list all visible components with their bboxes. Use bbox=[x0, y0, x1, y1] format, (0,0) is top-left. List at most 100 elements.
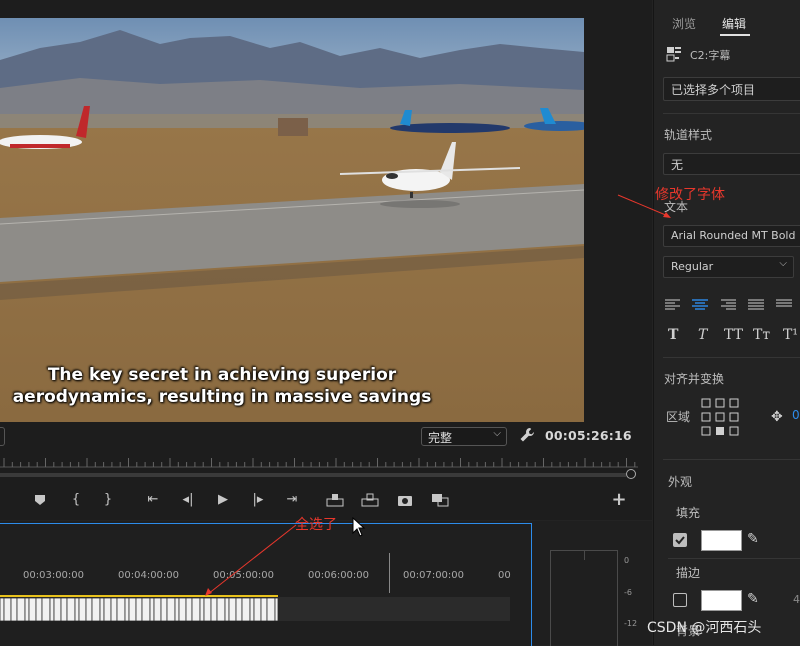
faux-bold-button[interactable]: T bbox=[668, 327, 678, 343]
caption-clip[interactable] bbox=[166, 597, 176, 621]
stroke-color-swatch[interactable] bbox=[701, 590, 742, 611]
lift-icon[interactable] bbox=[325, 490, 345, 510]
caption-clip[interactable] bbox=[91, 597, 101, 621]
caption-clip[interactable] bbox=[128, 597, 137, 621]
step-forward-icon[interactable]: |▸ bbox=[248, 490, 268, 510]
monitor-time-ruler[interactable] bbox=[0, 454, 638, 468]
caption-clip[interactable] bbox=[49, 597, 55, 621]
superscript-button[interactable]: T¹ bbox=[783, 327, 798, 343]
caption-clip[interactable] bbox=[210, 597, 218, 621]
tab-edit[interactable]: 编辑 bbox=[722, 15, 746, 32]
meter-db-label: -12 bbox=[624, 619, 638, 628]
caption-clip[interactable] bbox=[116, 597, 126, 621]
caption-clip[interactable] bbox=[253, 597, 262, 621]
caption-clip[interactable] bbox=[274, 597, 278, 621]
caption-clip[interactable] bbox=[99, 597, 105, 621]
play-icon[interactable]: ▶ bbox=[213, 490, 233, 510]
caption-clip[interactable] bbox=[28, 597, 37, 621]
timeline-timecode: 00:07:00:00 bbox=[403, 570, 465, 581]
stroke-checkbox[interactable] bbox=[673, 593, 687, 607]
small-caps-button[interactable]: Tт bbox=[753, 327, 770, 343]
mark-in-icon[interactable]: { bbox=[66, 490, 86, 510]
caption-clip[interactable] bbox=[3, 597, 12, 621]
caption-clip[interactable] bbox=[260, 597, 268, 621]
caption-clip[interactable] bbox=[10, 597, 18, 621]
monitor-playhead-handle[interactable] bbox=[626, 469, 636, 479]
fill-checkbox[interactable] bbox=[673, 533, 687, 547]
caption-clip[interactable] bbox=[41, 597, 51, 621]
justify-all-icon[interactable] bbox=[776, 298, 792, 312]
caption-clip[interactable] bbox=[241, 597, 251, 621]
move-icon[interactable]: ✥ bbox=[771, 409, 783, 425]
caption-clip[interactable] bbox=[266, 597, 276, 621]
wrench-icon[interactable] bbox=[519, 427, 535, 443]
marker-icon[interactable] bbox=[30, 490, 50, 510]
caption-clip[interactable] bbox=[249, 597, 255, 621]
selected-items-field[interactable]: 已选择多个项目 bbox=[663, 77, 800, 101]
caption-clip[interactable] bbox=[203, 597, 212, 621]
go-to-in-icon[interactable]: ⇤ bbox=[143, 490, 163, 510]
align-right-icon[interactable] bbox=[720, 298, 736, 312]
step-back-icon[interactable]: ◂| bbox=[178, 490, 198, 510]
caption-clip[interactable] bbox=[135, 597, 143, 621]
caption-clips-selected[interactable] bbox=[0, 595, 278, 621]
caption-clip[interactable] bbox=[174, 597, 180, 621]
compare-icon[interactable] bbox=[430, 490, 450, 510]
divider bbox=[663, 113, 800, 114]
eyedropper-icon[interactable]: ✎ bbox=[747, 531, 759, 547]
caption-clip[interactable] bbox=[153, 597, 162, 621]
caption-clip[interactable] bbox=[60, 597, 68, 621]
fill-label: 填充 bbox=[676, 506, 701, 520]
video-preview[interactable] bbox=[0, 18, 584, 422]
caption-clip[interactable] bbox=[24, 597, 30, 621]
region-value[interactable]: 0 bbox=[792, 408, 800, 422]
font-family-select[interactable]: Arial Rounded MT Bold bbox=[663, 225, 800, 247]
region-anchor-grid-icon[interactable] bbox=[701, 398, 741, 438]
caption-clip[interactable] bbox=[199, 597, 205, 621]
caption-clip[interactable] bbox=[228, 597, 237, 621]
caption-clip[interactable] bbox=[160, 597, 168, 621]
fit-zoom-select[interactable] bbox=[0, 427, 5, 446]
caption-clip[interactable] bbox=[224, 597, 230, 621]
caption-clip[interactable] bbox=[141, 597, 151, 621]
caption-clip[interactable] bbox=[74, 597, 80, 621]
timeline-playhead[interactable] bbox=[389, 553, 390, 593]
faux-italic-button[interactable]: T bbox=[698, 327, 707, 343]
caption-clip[interactable] bbox=[53, 597, 62, 621]
justify-icon[interactable] bbox=[748, 298, 764, 312]
caption-clip[interactable] bbox=[35, 597, 43, 621]
mark-out-icon[interactable]: } bbox=[98, 490, 118, 510]
caption-clip[interactable] bbox=[16, 597, 26, 621]
playback-resolution-select[interactable]: 完整 ⌵ bbox=[421, 427, 507, 446]
caption-clip[interactable] bbox=[178, 597, 187, 621]
stroke-width-value[interactable]: 4 bbox=[793, 593, 800, 606]
align-center-icon[interactable] bbox=[692, 298, 708, 312]
track-style-select[interactable]: 无 bbox=[663, 153, 800, 175]
caption-clip[interactable] bbox=[0, 597, 5, 621]
chevron-down-icon: ⌵ bbox=[493, 428, 501, 439]
caption-clip[interactable] bbox=[110, 597, 118, 621]
playhead-timecode[interactable]: 00:05:26:16 bbox=[545, 428, 632, 443]
caption-clip[interactable] bbox=[216, 597, 226, 621]
font-style-select[interactable]: Regular ⌵ bbox=[663, 256, 794, 278]
caption-clip[interactable] bbox=[103, 597, 112, 621]
caption-clip[interactable] bbox=[78, 597, 87, 621]
caption-clip[interactable] bbox=[149, 597, 155, 621]
caption-clip[interactable] bbox=[185, 597, 193, 621]
extract-icon[interactable] bbox=[360, 490, 380, 510]
fill-color-swatch[interactable] bbox=[701, 530, 742, 551]
caption-clip[interactable] bbox=[66, 597, 76, 621]
caption-clip[interactable] bbox=[235, 597, 243, 621]
align-left-icon[interactable] bbox=[665, 298, 681, 312]
export-frame-icon[interactable] bbox=[395, 490, 415, 510]
caption-clip[interactable] bbox=[191, 597, 201, 621]
all-caps-button[interactable]: TT bbox=[724, 327, 743, 343]
add-button-icon[interactable]: + bbox=[609, 490, 629, 510]
monitor-scrub-bar[interactable] bbox=[0, 473, 626, 477]
caption-clip[interactable] bbox=[124, 597, 130, 621]
text-layer-icon bbox=[666, 46, 682, 62]
caption-clip[interactable] bbox=[85, 597, 93, 621]
tab-browse[interactable]: 浏览 bbox=[672, 15, 696, 32]
go-to-out-icon[interactable]: ⇥ bbox=[282, 490, 302, 510]
eyedropper-icon[interactable]: ✎ bbox=[747, 591, 759, 607]
